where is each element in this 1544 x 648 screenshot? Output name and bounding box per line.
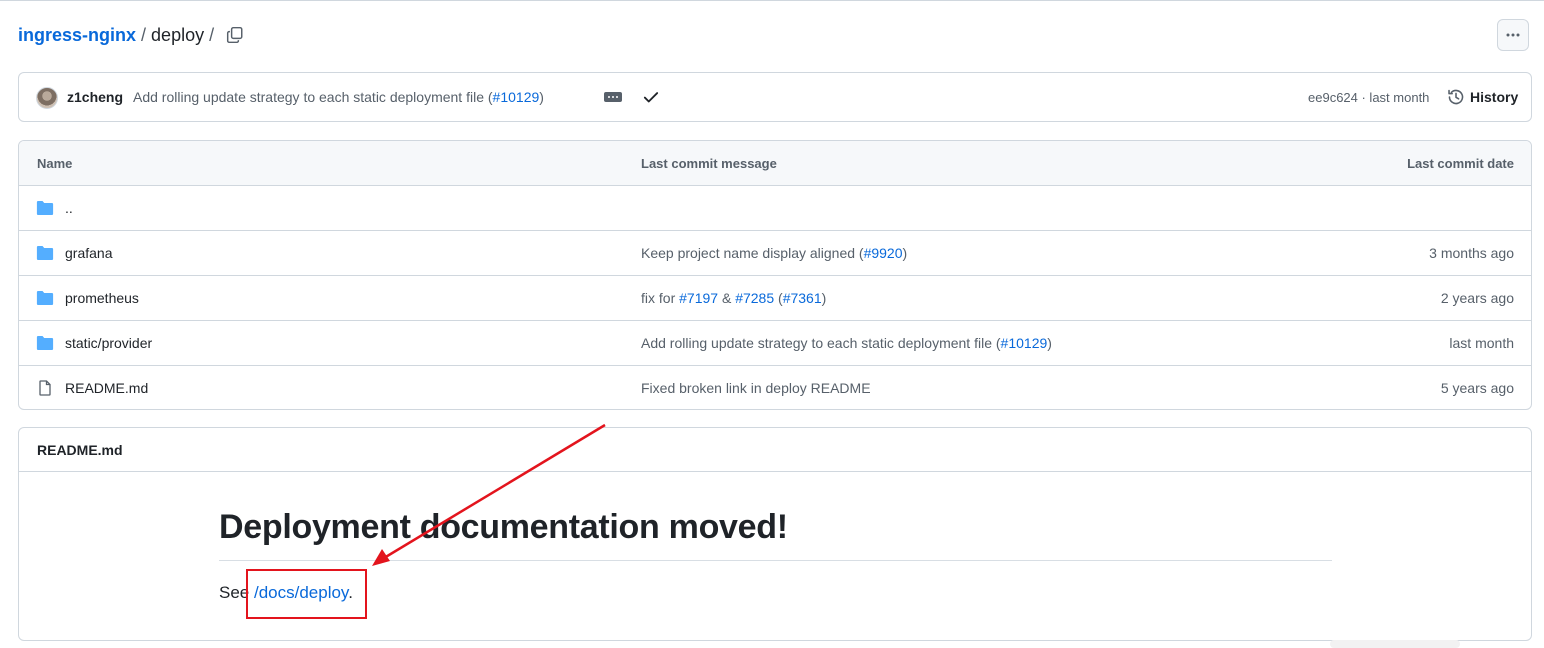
faint-shape [1330,640,1460,648]
file-name-link[interactable]: prometheus [65,290,139,306]
commit-message-text: ) [821,290,827,306]
file-commit-message[interactable]: Keep project name display aligned (#9920… [641,245,907,261]
pr-link[interactable]: #7285 [735,290,774,306]
file-name-link[interactable]: README.md [65,380,148,396]
table-header: Name Last commit message Last commit dat… [19,141,1531,186]
file-table: Name Last commit message Last commit dat… [18,140,1532,410]
latest-commit-bar: z1cheng Add rolling update strategy to e… [18,72,1532,122]
commit-message-text: Keep project name display aligned ( [641,245,864,261]
table-row[interactable]: .. [19,186,1531,231]
file-commit-date: 3 months ago [1429,245,1514,261]
history-icon [1448,89,1464,105]
folder-icon [36,291,54,305]
breadcrumb-current-dir: deploy [151,24,205,45]
pr-link[interactable]: #10129 [1001,335,1048,351]
file-name-link[interactable]: static/provider [65,335,152,351]
file-commit-message[interactable]: Fixed broken link in deploy README [641,380,871,396]
breadcrumb: ingress-nginx / deploy / [18,22,219,48]
more-options-button[interactable] [1497,19,1529,51]
commit-pr-link[interactable]: #10129 [493,89,540,105]
readme-header: README.md [19,428,1531,472]
folder-icon [36,201,54,215]
readme-heading-rule [219,560,1332,561]
breadcrumb-repo-link[interactable]: ingress-nginx [18,25,136,46]
commit-message-end: ) [539,89,544,105]
commit-message-text: ( [774,290,783,306]
history-label: History [1470,89,1519,105]
pr-link[interactable]: #9920 [864,245,903,261]
file-icon [39,380,51,396]
column-header-date: Last commit date [1407,156,1514,171]
commit-author-link[interactable]: z1cheng [67,89,123,105]
pr-link[interactable]: #7361 [783,290,822,306]
commit-message-text: fix for [641,290,680,306]
expand-commit-message-button[interactable] [604,92,622,102]
annotation-highlight-box [246,569,367,619]
table-row[interactable]: README.md Fixed broken link in deploy REA… [19,366,1531,409]
column-header-message: Last commit message [641,156,777,171]
avatar[interactable] [36,87,58,109]
copy-path-button[interactable] [224,24,246,46]
file-commit-date: last month [1449,335,1514,351]
table-row[interactable]: static/provider Add rolling update strate… [19,321,1531,366]
file-name-link[interactable]: .. [65,200,73,216]
commit-message-text: Add rolling update strategy to each stat… [133,89,493,105]
file-commit-message[interactable]: Add rolling update strategy to each stat… [641,335,1052,351]
table-row[interactable]: grafana Keep project name display aligned… [19,231,1531,276]
readme-heading: Deployment documentation moved! [219,508,788,546]
commit-message[interactable]: Add rolling update strategy to each stat… [133,89,544,105]
history-button[interactable]: History [1447,88,1518,106]
breadcrumb-separator: / [209,24,215,45]
commit-message-text: ) [1047,335,1052,351]
copy-icon [226,26,243,44]
commit-message-text: ) [902,245,908,261]
commit-message-text: & [718,290,736,306]
folder-icon [36,246,54,260]
top-divider [0,0,1544,1]
file-name-link[interactable]: grafana [65,245,112,261]
pr-link[interactable]: #7197 [679,290,718,306]
commit-sha-time[interactable]: ee9c624 · last month [1308,90,1429,105]
commit-message-text: Add rolling update strategy to each stat… [641,335,1001,351]
table-row[interactable]: prometheus fix for #7197 & #7285 (#7361) 2… [19,276,1531,321]
file-commit-date: 5 years ago [1440,380,1514,396]
kebab-horizontal-icon [1506,33,1520,37]
file-commit-date: 2 years ago [1440,290,1514,306]
readme-title[interactable]: README.md [37,442,123,458]
breadcrumb-separator: / [141,24,147,45]
commit-message-text: Fixed broken link in deploy README [641,380,871,396]
folder-icon [36,336,54,350]
file-commit-message[interactable]: fix for #7197 & #7285 (#7361) [641,290,826,306]
check-icon[interactable] [642,88,660,106]
column-header-name: Name [37,156,73,171]
